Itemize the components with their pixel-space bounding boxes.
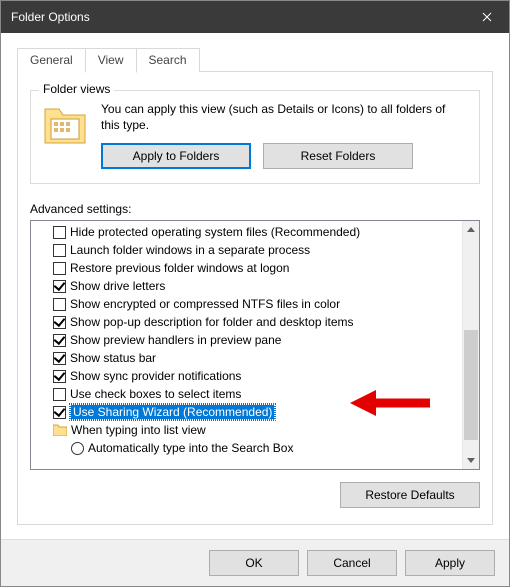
apply-to-folders-button[interactable]: Apply to Folders	[101, 143, 251, 169]
titlebar: Folder Options	[1, 1, 509, 33]
checkbox[interactable]	[53, 316, 66, 329]
dialog-footer: OK Cancel Apply	[1, 539, 509, 586]
scroll-down-button[interactable]	[463, 452, 479, 469]
advanced-settings-wrap: Hide protected operating system files (R…	[30, 220, 480, 470]
setting-label: Show encrypted or compressed NTFS files …	[70, 297, 340, 311]
scroll-track[interactable]	[463, 238, 479, 452]
restore-defaults-button[interactable]: Restore Defaults	[340, 482, 480, 508]
setting-label: Show pop-up description for folder and d…	[70, 315, 354, 329]
tab-general[interactable]: General	[17, 48, 86, 72]
setting-item[interactable]: Show encrypted or compressed NTFS files …	[53, 295, 462, 313]
scroll-up-button[interactable]	[463, 221, 479, 238]
checkbox[interactable]	[53, 226, 66, 239]
folder-views-group: Folder views You can apply this view (su…	[30, 90, 480, 184]
setting-item[interactable]: Hide protected operating system files (R…	[53, 223, 462, 241]
setting-item[interactable]: Show sync provider notifications	[53, 367, 462, 385]
setting-item[interactable]: Restore previous folder windows at logon	[53, 259, 462, 277]
setting-label: When typing into list view	[71, 423, 206, 437]
tab-view[interactable]: View	[85, 48, 137, 73]
checkbox[interactable]	[53, 244, 66, 257]
folder-options-dialog: Folder Options General View Search Folde…	[0, 0, 510, 587]
checkbox[interactable]	[53, 280, 66, 293]
setting-label: Use Sharing Wizard (Recommended)	[70, 404, 275, 420]
apply-button[interactable]: Apply	[405, 550, 495, 576]
dialog-content: General View Search Folder views You can…	[1, 33, 509, 539]
setting-label: Show preview handlers in preview pane	[70, 333, 281, 347]
checkbox[interactable]	[53, 370, 66, 383]
advanced-settings-label: Advanced settings:	[30, 202, 480, 216]
reset-folders-button[interactable]: Reset Folders	[263, 143, 413, 169]
setting-label: Hide protected operating system files (R…	[70, 225, 360, 239]
setting-item[interactable]: Show drive letters	[53, 277, 462, 295]
folder-icon	[43, 105, 87, 145]
window-title: Folder Options	[11, 10, 90, 24]
setting-item[interactable]: Show preview handlers in preview pane	[53, 331, 462, 349]
tab-panel-view: Folder views You can apply this view (su…	[17, 71, 493, 525]
advanced-settings-list[interactable]: Hide protected operating system files (R…	[30, 220, 480, 470]
close-icon	[482, 12, 492, 22]
radio-button[interactable]	[71, 442, 84, 455]
setting-item[interactable]: Use Sharing Wizard (Recommended)	[53, 403, 462, 421]
chevron-down-icon	[467, 458, 475, 463]
checkbox[interactable]	[53, 388, 66, 401]
setting-label: Launch folder windows in a separate proc…	[70, 243, 310, 257]
setting-group-item[interactable]: When typing into list view	[53, 421, 462, 439]
ok-button[interactable]: OK	[209, 550, 299, 576]
chevron-up-icon	[467, 227, 475, 232]
folder-views-title: Folder views	[39, 82, 114, 96]
folder-icon	[53, 424, 67, 436]
setting-item[interactable]: Show pop-up description for folder and d…	[53, 313, 462, 331]
advanced-settings-content: Hide protected operating system files (R…	[31, 221, 462, 469]
setting-label: Show status bar	[70, 351, 156, 365]
close-button[interactable]	[465, 1, 509, 33]
checkbox[interactable]	[53, 262, 66, 275]
setting-label: Show drive letters	[70, 279, 165, 293]
cancel-button[interactable]: Cancel	[307, 550, 397, 576]
setting-item[interactable]: Use check boxes to select items	[53, 385, 462, 403]
checkbox[interactable]	[53, 352, 66, 365]
scroll-thumb[interactable]	[464, 330, 478, 440]
tab-search[interactable]: Search	[136, 48, 200, 72]
setting-item[interactable]: Launch folder windows in a separate proc…	[53, 241, 462, 259]
checkbox[interactable]	[53, 298, 66, 311]
checkbox[interactable]	[53, 334, 66, 347]
setting-label: Automatically type into the Search Box	[88, 441, 293, 455]
scrollbar[interactable]	[462, 221, 479, 469]
setting-label: Restore previous folder windows at logon	[70, 261, 289, 275]
setting-radio-item[interactable]: Automatically type into the Search Box	[53, 439, 462, 457]
tabs: General View Search	[17, 47, 493, 72]
setting-label: Use check boxes to select items	[70, 387, 241, 401]
setting-label: Show sync provider notifications	[70, 369, 241, 383]
checkbox[interactable]	[53, 406, 66, 419]
setting-item[interactable]: Show status bar	[53, 349, 462, 367]
folder-views-help: You can apply this view (such as Details…	[101, 101, 467, 133]
